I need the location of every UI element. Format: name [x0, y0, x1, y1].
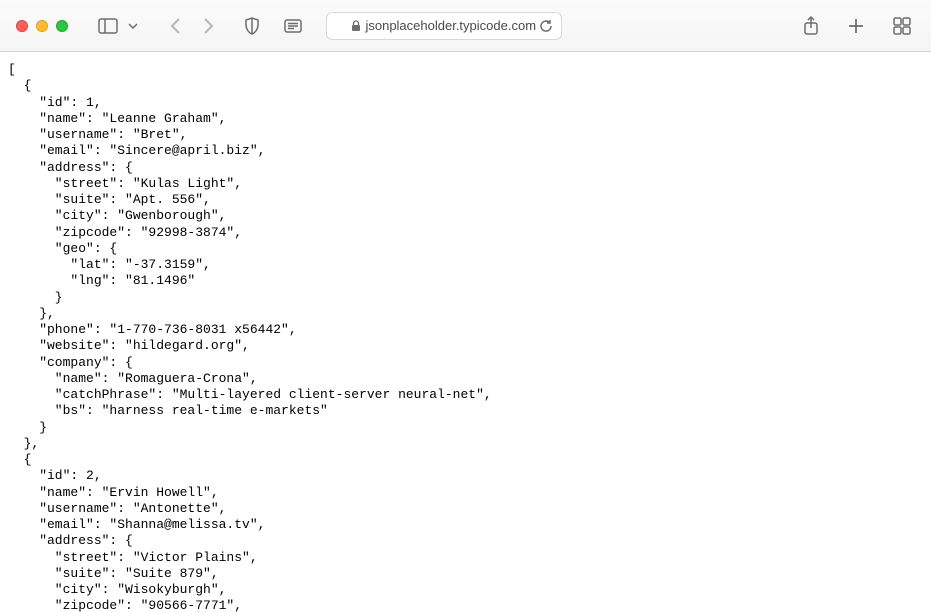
reader-mode-icon[interactable]: [284, 19, 302, 33]
browser-toolbar: jsonplaceholder.typicode.com: [0, 0, 931, 52]
new-tab-button[interactable]: [843, 13, 869, 39]
share-button[interactable]: [799, 12, 823, 40]
page-content: [ { "id": 1, "name": "Leanne Graham", "u…: [0, 52, 931, 612]
sidebar-toggle-button[interactable]: [94, 14, 122, 38]
back-button[interactable]: [166, 13, 186, 39]
lock-icon: [351, 20, 361, 32]
address-bar[interactable]: jsonplaceholder.typicode.com: [326, 12, 562, 40]
url-text: jsonplaceholder.typicode.com: [365, 18, 536, 33]
minimize-window-button[interactable]: [36, 20, 48, 32]
window-controls: [16, 20, 68, 32]
close-window-button[interactable]: [16, 20, 28, 32]
maximize-window-button[interactable]: [56, 20, 68, 32]
json-response: [ { "id": 1, "name": "Leanne Graham", "u…: [8, 62, 923, 612]
tab-overview-button[interactable]: [889, 13, 915, 39]
sidebar-dropdown-icon[interactable]: [124, 19, 142, 33]
forward-button[interactable]: [198, 13, 218, 39]
reload-button[interactable]: [539, 19, 553, 33]
privacy-shield-icon[interactable]: [244, 17, 260, 35]
